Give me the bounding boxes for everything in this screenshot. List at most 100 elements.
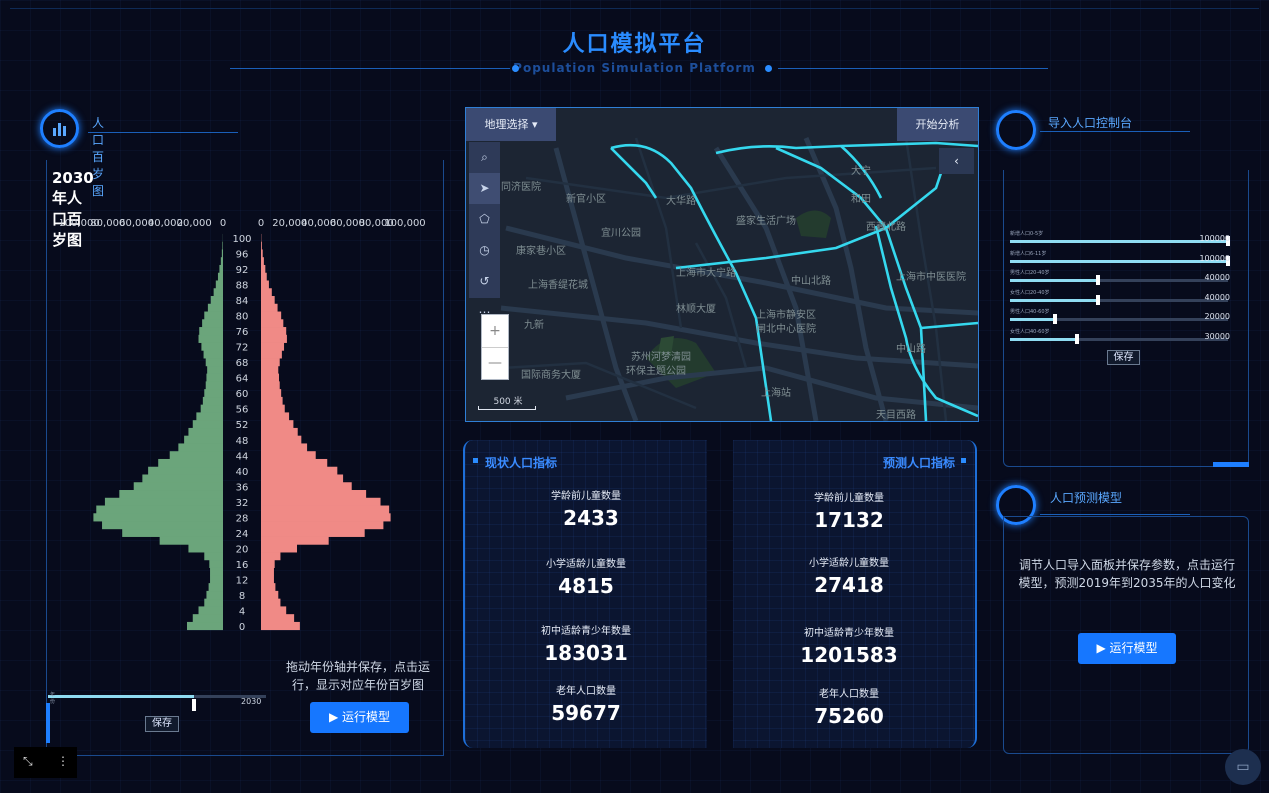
- pyramid-bar-female: [261, 350, 282, 359]
- pyramid-bar-female: [261, 552, 281, 561]
- zoom-in-button[interactable]: +: [482, 315, 508, 348]
- pyramid-bar-female: [261, 249, 263, 258]
- map-label: 盛家生活广场: [736, 214, 796, 227]
- more-options-icon[interactable]: ⋮: [57, 754, 69, 768]
- slider-fill: [1010, 318, 1054, 321]
- year-slider-handle[interactable]: [192, 699, 196, 711]
- pyramid-bar-female: [261, 583, 276, 592]
- age-tick-label: 20: [236, 544, 249, 555]
- population-pyramid: 100,00080,00060,00040,00020,000 0 0 20,0004…: [60, 218, 426, 632]
- map-label: 西藏北路: [866, 220, 906, 233]
- age-tick-label: 16: [236, 560, 249, 571]
- navigate-icon[interactable]: ➤: [469, 173, 500, 204]
- collapse-chevron-icon[interactable]: ‹: [939, 148, 974, 174]
- console-save-button[interactable]: 保存: [1107, 350, 1140, 365]
- indicator-value: 4815: [558, 574, 614, 598]
- import-slider-row[interactable]: 女性人口20-40岁 40000: [1010, 289, 1230, 308]
- chat-icon[interactable]: ▭: [1225, 749, 1261, 785]
- age-tick-label: 100: [232, 234, 251, 245]
- map-canvas[interactable]: 同济医院 新官小区 大华路 大宁 和田 宜川公园 盛家生活广场 西藏北路 康家巷…: [466, 108, 978, 421]
- frame-accent: [1213, 462, 1249, 467]
- pyramid-bar-male: [102, 521, 223, 530]
- year-slider-value: 2030: [241, 697, 262, 706]
- zoom-control[interactable]: + —: [481, 314, 509, 380]
- pyramid-bar-female: [261, 621, 300, 631]
- pyramid-bar-male: [207, 365, 223, 374]
- pyramid-bar-male: [206, 590, 223, 600]
- indicator-value: 2433: [563, 506, 619, 530]
- run-model-button-left[interactable]: ▶ 运行模型: [310, 702, 409, 733]
- indicator-label: 初中适龄青少年数量: [541, 626, 631, 637]
- map-label: 同济医院: [501, 180, 541, 193]
- indicator-label: 小学适龄儿童数量: [546, 559, 626, 570]
- play-icon: ▶: [1096, 641, 1106, 655]
- header-dot-right: [765, 65, 772, 72]
- console-title: 导入人口控制台: [1048, 116, 1133, 130]
- pyramid-bar-female: [261, 280, 269, 289]
- import-slider-row[interactable]: 新增人口0-5岁 100000: [1010, 230, 1230, 249]
- current-indicators-card: 现状人口指标 学龄前儿童数量 2433 小学适龄儿童数量 4815 初中适龄青少…: [463, 440, 707, 748]
- slider-handle[interactable]: [1053, 314, 1058, 324]
- age-tick-label: 12: [236, 575, 249, 586]
- age-tick-label: 92: [236, 265, 249, 276]
- exit-fullscreen-icon[interactable]: ⤡: [23, 754, 33, 769]
- slider-label: 新增人口0-5岁: [1010, 231, 1044, 237]
- polygon-draw-icon[interactable]: ⬠: [469, 204, 500, 235]
- map-label: 上海站: [761, 386, 791, 399]
- map-container[interactable]: 同济医院 新官小区 大华路 大宁 和田 宜川公园 盛家生活广场 西藏北路 康家巷…: [465, 107, 979, 422]
- x-tick-label: 100,000: [384, 218, 425, 229]
- pyramid-bar-male: [200, 404, 223, 413]
- indicator-value: 17132: [814, 508, 884, 532]
- slider-handle[interactable]: [1074, 333, 1079, 344]
- pyramid-bar-female: [261, 365, 279, 374]
- year-slider-fill: [48, 695, 194, 698]
- age-tick-label: 84: [236, 296, 249, 307]
- import-slider-row[interactable]: 新增人口6-11岁 100000: [1010, 250, 1230, 269]
- map-label: 中山北路: [791, 274, 831, 287]
- age-tick-label: 64: [236, 374, 249, 385]
- pyramid-bar-male: [204, 598, 223, 607]
- measure-icon[interactable]: ◷: [469, 235, 500, 266]
- indicator-value: 183031: [544, 641, 628, 665]
- pyramid-bar-male: [188, 427, 223, 437]
- pyramid-bar-female: [261, 505, 390, 514]
- map-label: 宜川公园: [601, 226, 641, 239]
- pyramid-bar-male: [158, 458, 223, 468]
- import-slider-row[interactable]: 女性人口40-60岁 30000: [1010, 328, 1230, 347]
- indicator-label: 老年人口数量: [556, 686, 616, 697]
- map-label: 上海市中医医院: [896, 270, 966, 283]
- pyramid-bar-female: [261, 590, 279, 600]
- import-slider-row[interactable]: 男性人口40-60岁 20000: [1010, 308, 1230, 327]
- pyramid-bar-female: [261, 319, 284, 328]
- slider-value: 100000: [1199, 234, 1230, 243]
- pyramid-bar-male: [221, 249, 223, 258]
- pyramid-bar-female: [261, 497, 381, 506]
- pyramid-bar-male: [198, 606, 223, 615]
- year-save-button[interactable]: 保存: [145, 716, 179, 732]
- pyramid-bar-male: [204, 552, 223, 561]
- map-label: 中山路: [896, 342, 926, 355]
- start-analysis-button[interactable]: 开始分析: [897, 108, 978, 141]
- slider-label: 男性人口20-40岁: [1010, 270, 1050, 276]
- slider-handle[interactable]: [1096, 294, 1101, 305]
- map-label: 林顺大厦: [676, 302, 716, 315]
- indicator-value: 1201583: [800, 643, 898, 667]
- pyramid-bar-female: [261, 435, 302, 444]
- zoom-out-button[interactable]: —: [482, 348, 508, 379]
- geo-select-dropdown[interactable]: 地理选择 ▾: [466, 108, 556, 141]
- age-tick-label: 80: [236, 312, 249, 323]
- import-slider-row[interactable]: 男性人口20-40岁 40000: [1010, 269, 1230, 288]
- pyramid-bar-male: [196, 412, 223, 421]
- run-model-button-right[interactable]: ▶ 运行模型: [1078, 633, 1176, 664]
- header-dot-left: [512, 65, 519, 72]
- predict-underline: [1040, 514, 1190, 515]
- indicator-value: 27418: [814, 573, 884, 597]
- pyramid-bar-male: [204, 389, 223, 398]
- bottom-toolbar: ⤡ ⋮: [14, 747, 77, 778]
- map-label: 国际商务大厦: [521, 368, 581, 381]
- history-icon[interactable]: ↺: [469, 266, 500, 297]
- pyramid-bar-female: [261, 288, 272, 297]
- pyramid-bar-male: [169, 451, 223, 460]
- zoom-search-icon[interactable]: ⌕: [469, 142, 500, 173]
- slider-handle[interactable]: [1096, 275, 1101, 285]
